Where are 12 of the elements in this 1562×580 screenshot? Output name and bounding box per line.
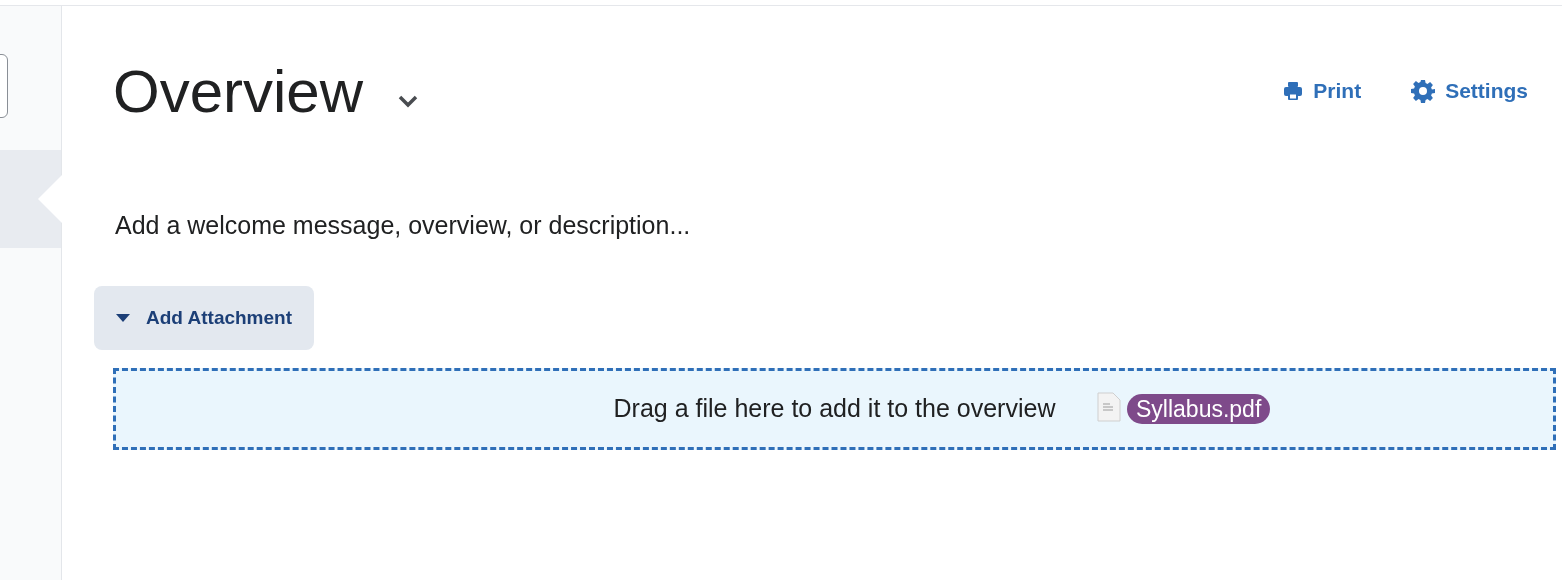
chevron-down-icon[interactable] (397, 94, 420, 108)
drop-zone-text: Drag a file here to add it to the overview (613, 393, 1056, 425)
settings-icon (1411, 78, 1436, 103)
print-button[interactable]: Print (1283, 75, 1362, 107)
caret-icon (116, 313, 130, 323)
page-title: Overview (113, 57, 364, 127)
document-icon (1097, 392, 1121, 422)
printer-icon (1283, 80, 1304, 101)
settings-button[interactable]: Settings (1411, 75, 1528, 107)
dragged-file-label: Syllabus.pdf (1127, 394, 1271, 424)
add-attachment-button[interactable]: Add Attachment (94, 286, 315, 350)
description-field[interactable]: Add a welcome message, overview, or description... (115, 208, 755, 242)
